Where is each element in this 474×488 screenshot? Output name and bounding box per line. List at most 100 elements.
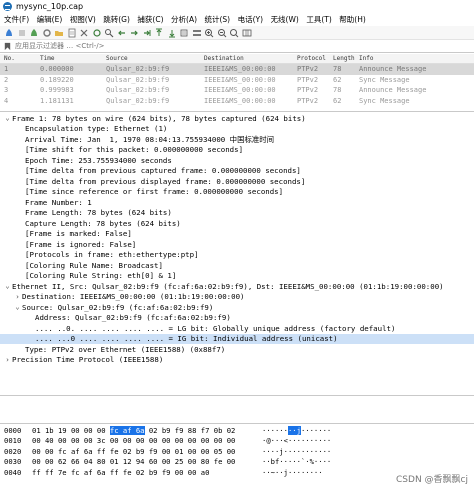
detail-row[interactable]: Frame Length: 78 bytes (624 bits): [0, 208, 474, 219]
detail-row[interactable]: [Time delta from previous captured frame…: [0, 166, 474, 177]
detail-row[interactable]: ⌄ Ethernet II, Src: Qulsar_02:b9:f9 (fc:a…: [0, 281, 474, 292]
packet-length: 62: [333, 96, 342, 105]
menu-wireless[interactable]: 无线(W): [271, 14, 299, 25]
detail-row[interactable]: Encapsulation type: Ethernet (1): [0, 124, 474, 135]
detail-row[interactable]: [Time shift for this packet: 0.000000000…: [0, 145, 474, 156]
restart-capture-icon[interactable]: [29, 28, 39, 38]
bookmark-icon[interactable]: [3, 42, 12, 51]
bytes-ascii[interactable]: ·@···<··········: [262, 436, 332, 445]
column-source[interactable]: Source: [106, 55, 204, 62]
first-packet-icon[interactable]: [154, 28, 164, 38]
close-file-icon[interactable]: [79, 28, 89, 38]
detail-text: [Frame is marked: False]: [25, 229, 132, 239]
menu-go[interactable]: 跳转(G): [103, 14, 130, 25]
detail-row[interactable]: [Coloring Rule Name: Broadcast]: [0, 260, 474, 271]
autoscroll-icon[interactable]: [179, 28, 189, 38]
bytes-hex[interactable]: 00 00 62 66 04 80 01 12 94 60 00 25 00 8…: [32, 457, 258, 466]
open-file-icon[interactable]: [54, 28, 64, 38]
bytes-hex[interactable]: ff ff 7e fc af 6a ff fe 02 b9 f9 00 00 a…: [32, 468, 258, 477]
bytes-row[interactable]: 0000 01 1b 19 00 00 00 fc af 6a 02 b9 f9 …: [0, 425, 474, 436]
detail-row[interactable]: [Time since reference or first frame: 0.…: [0, 187, 474, 198]
zoom-in-icon[interactable]: [204, 28, 214, 38]
column-protocol[interactable]: Protocol: [297, 55, 333, 62]
detail-row[interactable]: › Destination: IEEEI&MS_00:00:00 (01:1b:1…: [0, 292, 474, 303]
collapse-chevron-icon[interactable]: ›: [3, 356, 12, 364]
save-file-icon[interactable]: [67, 28, 77, 38]
detail-row[interactable]: Capture Length: 78 bytes (624 bits): [0, 218, 474, 229]
column-length[interactable]: Length: [333, 55, 359, 62]
detail-text: [Time since reference or first frame: 0.…: [25, 187, 284, 197]
go-forward-icon[interactable]: [129, 28, 139, 38]
detail-text: Precision Time Protocol (IEEE1588): [12, 355, 164, 365]
packet-row[interactable]: 2 0.189220 Qulsar_02:b9:f9 IEEEI&MS_00:0…: [0, 75, 474, 86]
detail-row[interactable]: Frame Number: 1: [0, 197, 474, 208]
detail-row[interactable]: [Frame is marked: False]: [0, 229, 474, 240]
menu-tools[interactable]: 工具(T): [306, 14, 331, 25]
expand-chevron-icon[interactable]: ⌄: [13, 303, 22, 311]
stop-capture-icon[interactable]: [17, 28, 27, 38]
column-info[interactable]: Info: [359, 55, 474, 62]
bytes-row[interactable]: 0030 00 00 62 66 04 80 01 12 94 60 00 25 …: [0, 457, 474, 468]
menu-edit[interactable]: 编辑(E): [37, 14, 63, 25]
bytes-offset: 0010: [4, 436, 22, 446]
options-icon[interactable]: [42, 28, 52, 38]
expand-chevron-icon[interactable]: ⌄: [3, 114, 12, 122]
column-time[interactable]: Time: [40, 55, 106, 62]
detail-row[interactable]: [Time delta from previous displayed fram…: [0, 176, 474, 187]
menu-analyze[interactable]: 分析(A): [171, 14, 197, 25]
detail-row[interactable]: .... ..0. .... .... .... .... = LG bit: …: [0, 323, 474, 334]
bytes-hex[interactable]: 00 40 00 00 00 3c 00 00 00 00 00 00 00 0…: [32, 436, 258, 445]
expand-chevron-icon[interactable]: ⌄: [3, 282, 12, 290]
detail-row[interactable]: .... ...0 .... .... .... .... = IG bit: …: [0, 333, 474, 344]
bytes-ascii[interactable]: ····j···········: [262, 447, 332, 456]
menu-file[interactable]: 文件(F): [4, 14, 29, 25]
menu-statistics[interactable]: 统计(S): [205, 14, 231, 25]
column-destination[interactable]: Destination: [204, 55, 297, 62]
zoom-out-icon[interactable]: [217, 28, 227, 38]
reload-icon[interactable]: [92, 28, 102, 38]
detail-row[interactable]: › Precision Time Protocol (IEEE1588): [0, 355, 474, 366]
go-to-packet-icon[interactable]: [142, 28, 152, 38]
detail-row[interactable]: Epoch Time: 253.755934000 seconds: [0, 155, 474, 166]
resize-columns-icon[interactable]: [242, 28, 252, 38]
menu-view[interactable]: 视图(V): [70, 14, 96, 25]
start-capture-icon[interactable]: [4, 28, 14, 38]
packet-row[interactable]: 1 0.000000 Qulsar_02:b9:f9 IEEEI&MS_00:0…: [0, 64, 474, 75]
packet-row[interactable]: 4 1.181131 Qulsar_02:b9:f9 IEEEI&MS_00:0…: [0, 96, 474, 107]
detail-row[interactable]: ⌄ Source: Qulsar_02:b9:f9 (fc:af:6a:02:b9…: [0, 302, 474, 313]
bytes-ascii[interactable]: ··~··j········: [262, 468, 332, 477]
detail-row[interactable]: [Protocols in frame: eth:ethertype:ptp]: [0, 250, 474, 261]
bytes-ascii[interactable]: ········j·······: [262, 425, 332, 435]
packet-row[interactable]: 3 0.999983 Qulsar_02:b9:f9 IEEEI&MS_00:0…: [0, 85, 474, 96]
detail-row[interactable]: Type: PTPv2 over Ethernet (IEEE1588) (0x…: [0, 344, 474, 355]
packet-destination: IEEEI&MS_00:00:00: [204, 96, 276, 105]
detail-text: Epoch Time: 253.755934000 seconds: [25, 155, 172, 165]
packet-protocol: PTPv2: [297, 96, 319, 105]
bytes-ascii[interactable]: ··bf·····`·%····: [262, 457, 332, 466]
display-filter-input[interactable]: [15, 40, 474, 52]
detail-row[interactable]: [Coloring Rule String: eth[0] & 1]: [0, 271, 474, 282]
normal-size-icon[interactable]: [229, 28, 239, 38]
detail-row[interactable]: ⌄ Frame 1: 78 bytes on wire (624 bits), 7…: [0, 113, 474, 124]
bytes-row[interactable]: 0010 00 40 00 00 00 3c 00 00 00 00 00 00 …: [0, 436, 474, 447]
colorize-icon[interactable]: [192, 28, 202, 38]
packet-no: 1: [4, 65, 9, 74]
bytes-hex[interactable]: 01 1b 19 00 00 00 fc af 6a 02 b9 f9 88 f…: [32, 425, 258, 435]
column-no[interactable]: No.: [0, 55, 40, 62]
detail-row[interactable]: Arrival Time: Jan 1, 1970 08:04:13.75593…: [0, 134, 474, 145]
bytes-row[interactable]: 0020 00 00 fc af 6a ff fe 02 b9 f9 00 01 …: [0, 446, 474, 457]
detail-text: .... ...0 .... .... .... .... = IG bit: …: [35, 334, 338, 344]
window-title: mysync_10p.cap: [16, 2, 84, 11]
collapse-chevron-icon[interactable]: ›: [13, 293, 22, 301]
go-back-icon[interactable]: [117, 28, 127, 38]
hex-segment: 01 1b 19 00 00 00: [32, 425, 110, 435]
packet-info: Announce Message: [359, 86, 427, 95]
detail-row[interactable]: Address: Qulsar_02:b9:f9 (fc:af:6a:02:b9…: [0, 313, 474, 324]
last-packet-icon[interactable]: [167, 28, 177, 38]
find-packet-icon[interactable]: [104, 28, 114, 38]
bytes-hex[interactable]: 00 00 fc af 6a ff fe 02 b9 f9 00 01 00 0…: [32, 447, 258, 456]
menu-telephony[interactable]: 电话(Y): [238, 14, 263, 25]
menu-capture[interactable]: 捕获(C): [137, 14, 163, 25]
menu-help[interactable]: 帮助(H): [339, 14, 366, 25]
detail-row[interactable]: [Frame is ignored: False]: [0, 239, 474, 250]
